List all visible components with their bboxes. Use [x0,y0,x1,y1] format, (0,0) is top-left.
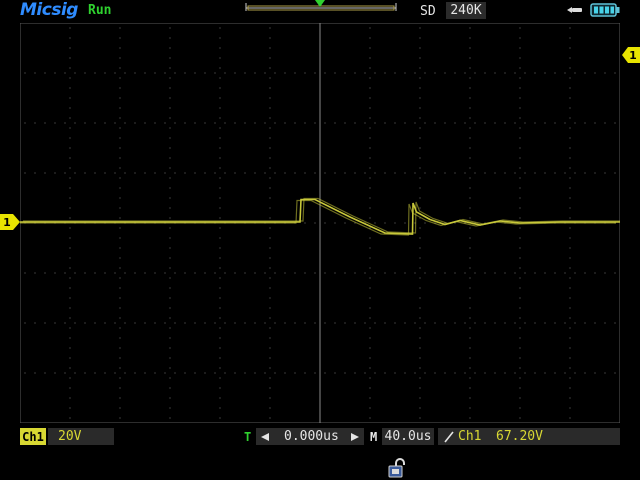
arrow-right-icon[interactable] [350,432,360,442]
lock-icon[interactable] [388,458,406,478]
time-offset-control[interactable]: 0.000us [256,428,364,445]
trigger-level-marker[interactable]: 1 [622,47,640,63]
waveform-display[interactable] [20,23,620,423]
top-status-bar: Micsig Run SD 240K [0,0,640,22]
trigger-settings[interactable]: Ch1 67.20V [438,428,620,445]
timebase-label: M [370,430,378,444]
time-offset-label: T [244,430,252,444]
trigger-level-label: 1 [629,49,637,62]
bottom-status-bar: Ch1 20V T 0.000us M 40.0us Ch1 67.20V [0,426,640,448]
run-status[interactable]: Run [88,3,111,18]
timebase-value[interactable]: 40.0us [382,428,434,445]
ch1-reference-label: 1 [3,216,11,229]
time-offset-value: 0.000us [284,429,339,444]
timebase-overview-icon[interactable] [244,0,398,14]
ch1-reference-marker[interactable]: 1 [0,214,20,230]
arrow-left-icon[interactable] [260,432,270,442]
channel-scale[interactable]: 20V [48,428,114,445]
memory-depth[interactable]: 240K [446,2,486,19]
battery-icon [590,3,620,17]
channel-badge[interactable]: Ch1 [20,428,46,445]
brand-logo: Micsig [20,0,78,20]
usb-icon [567,7,582,13]
trigger-level-value: 67.20V [496,429,543,444]
trigger-source: Ch1 [458,429,482,444]
sd-card-label: SD [420,4,436,19]
rising-edge-icon [444,431,454,443]
